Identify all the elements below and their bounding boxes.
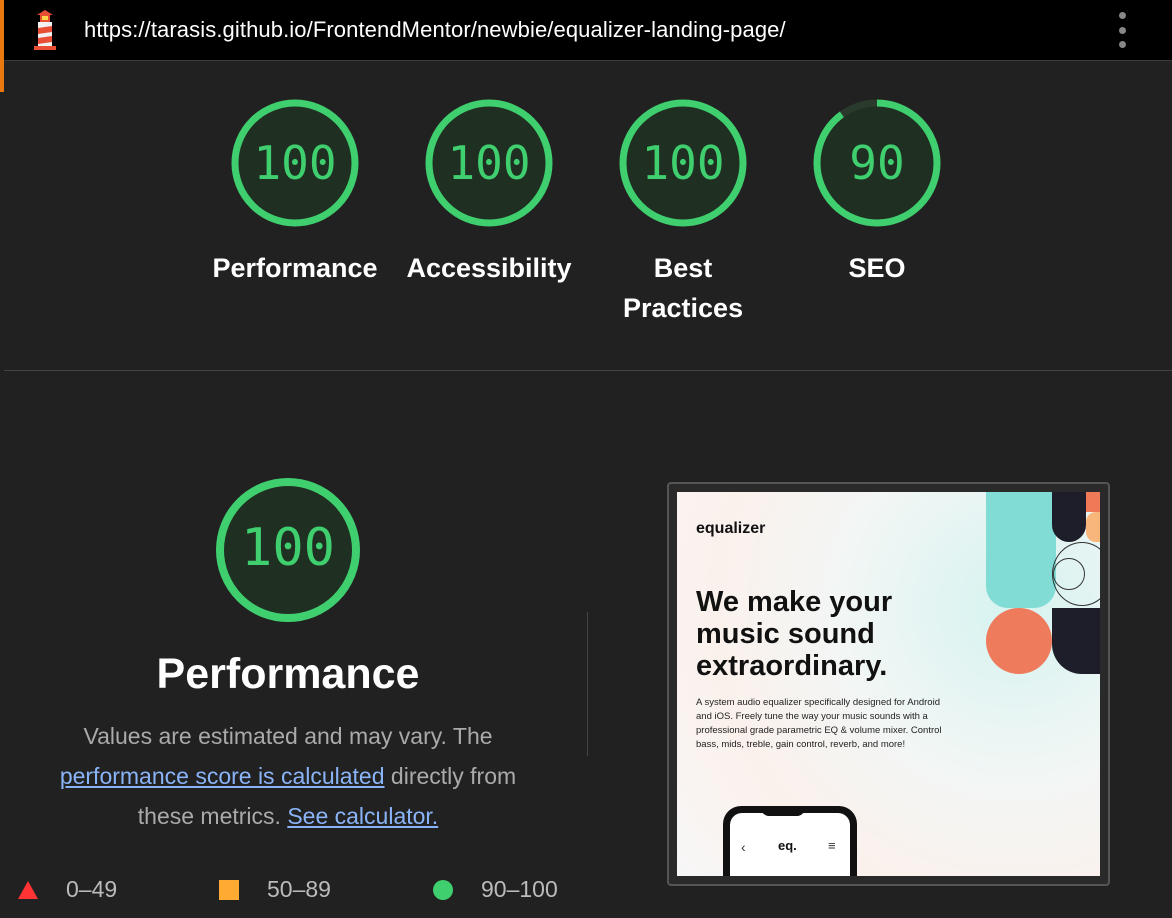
deco-circle xyxy=(1053,558,1085,590)
thumbnail-blurb: A system audio equalizer specifically de… xyxy=(696,697,942,750)
gauge-score: 100 xyxy=(641,136,725,190)
final-screenshot: equalizer We make your music sound extra… xyxy=(677,492,1100,876)
phone-mockup: ‹ eq. ≡ xyxy=(723,806,857,876)
gauge-label: Best Practices xyxy=(623,253,744,323)
legend-fail: 0–49 xyxy=(18,876,117,903)
legend-pass: 90–100 xyxy=(433,876,558,903)
url-bar: https://tarasis.github.io/FrontendMentor… xyxy=(0,0,1172,92)
circle-icon xyxy=(433,879,453,900)
triangle-icon xyxy=(18,880,38,899)
vertical-separator xyxy=(587,612,588,756)
deco-shape xyxy=(1086,512,1100,542)
deco-shape xyxy=(986,608,1052,674)
legend-range: 90–100 xyxy=(481,876,558,902)
report-url[interactable]: https://tarasis.github.io/FrontendMentor… xyxy=(84,17,786,43)
see-calculator-link[interactable]: See calculator. xyxy=(287,803,438,829)
gauge-label: Accessibility xyxy=(406,253,572,283)
legend-range: 0–49 xyxy=(66,876,118,902)
phone-notch xyxy=(761,806,805,816)
accent-edge xyxy=(0,0,4,92)
deco-shape xyxy=(1052,492,1086,542)
gauge-best-practices[interactable]: 100 Best Practices xyxy=(588,98,778,328)
category-gauges: 100 Performance 100 Accessibility 100 Be… xyxy=(200,98,960,338)
gauge-accessibility[interactable]: 100 Accessibility xyxy=(394,98,584,288)
back-icon: ‹ xyxy=(741,839,746,855)
performance-score: 100 xyxy=(241,518,335,578)
phone-screen: ‹ eq. ≡ xyxy=(730,813,850,876)
lighthouse-icon xyxy=(34,10,56,50)
deco-shape xyxy=(986,492,1056,608)
hamburger-icon: ≡ xyxy=(828,838,836,853)
score-calculated-link[interactable]: performance score is calculated xyxy=(60,763,385,789)
kebab-menu-icon[interactable] xyxy=(1112,12,1132,48)
gauge-label: SEO xyxy=(848,253,906,283)
score-legend: 0–49 50–89 90–100 xyxy=(18,872,578,906)
gauge-seo[interactable]: 90 SEO xyxy=(782,98,972,288)
gauge-performance[interactable]: 100 Performance xyxy=(200,98,390,288)
legend-average: 50–89 xyxy=(219,876,331,903)
performance-description: Values are estimated and may vary. The p… xyxy=(30,716,546,836)
square-icon xyxy=(219,879,239,900)
deco-shape xyxy=(1052,608,1100,674)
section-divider xyxy=(4,370,1172,371)
phone-logo: eq. xyxy=(778,838,797,853)
deco-shape xyxy=(1086,492,1100,512)
thumbnail-brand: equalizer xyxy=(696,520,766,537)
desc-text: Values are estimated and may vary. The xyxy=(83,723,493,749)
thumbnail-headline: We make your music sound extraordinary. xyxy=(696,586,893,682)
legend-range: 50–89 xyxy=(267,876,331,902)
gauge-score: 90 xyxy=(849,136,905,190)
gauge-score: 100 xyxy=(253,136,337,190)
gauge-label: Performance xyxy=(212,253,378,283)
gauge-score: 100 xyxy=(447,136,531,190)
performance-title: Performance xyxy=(156,650,420,698)
